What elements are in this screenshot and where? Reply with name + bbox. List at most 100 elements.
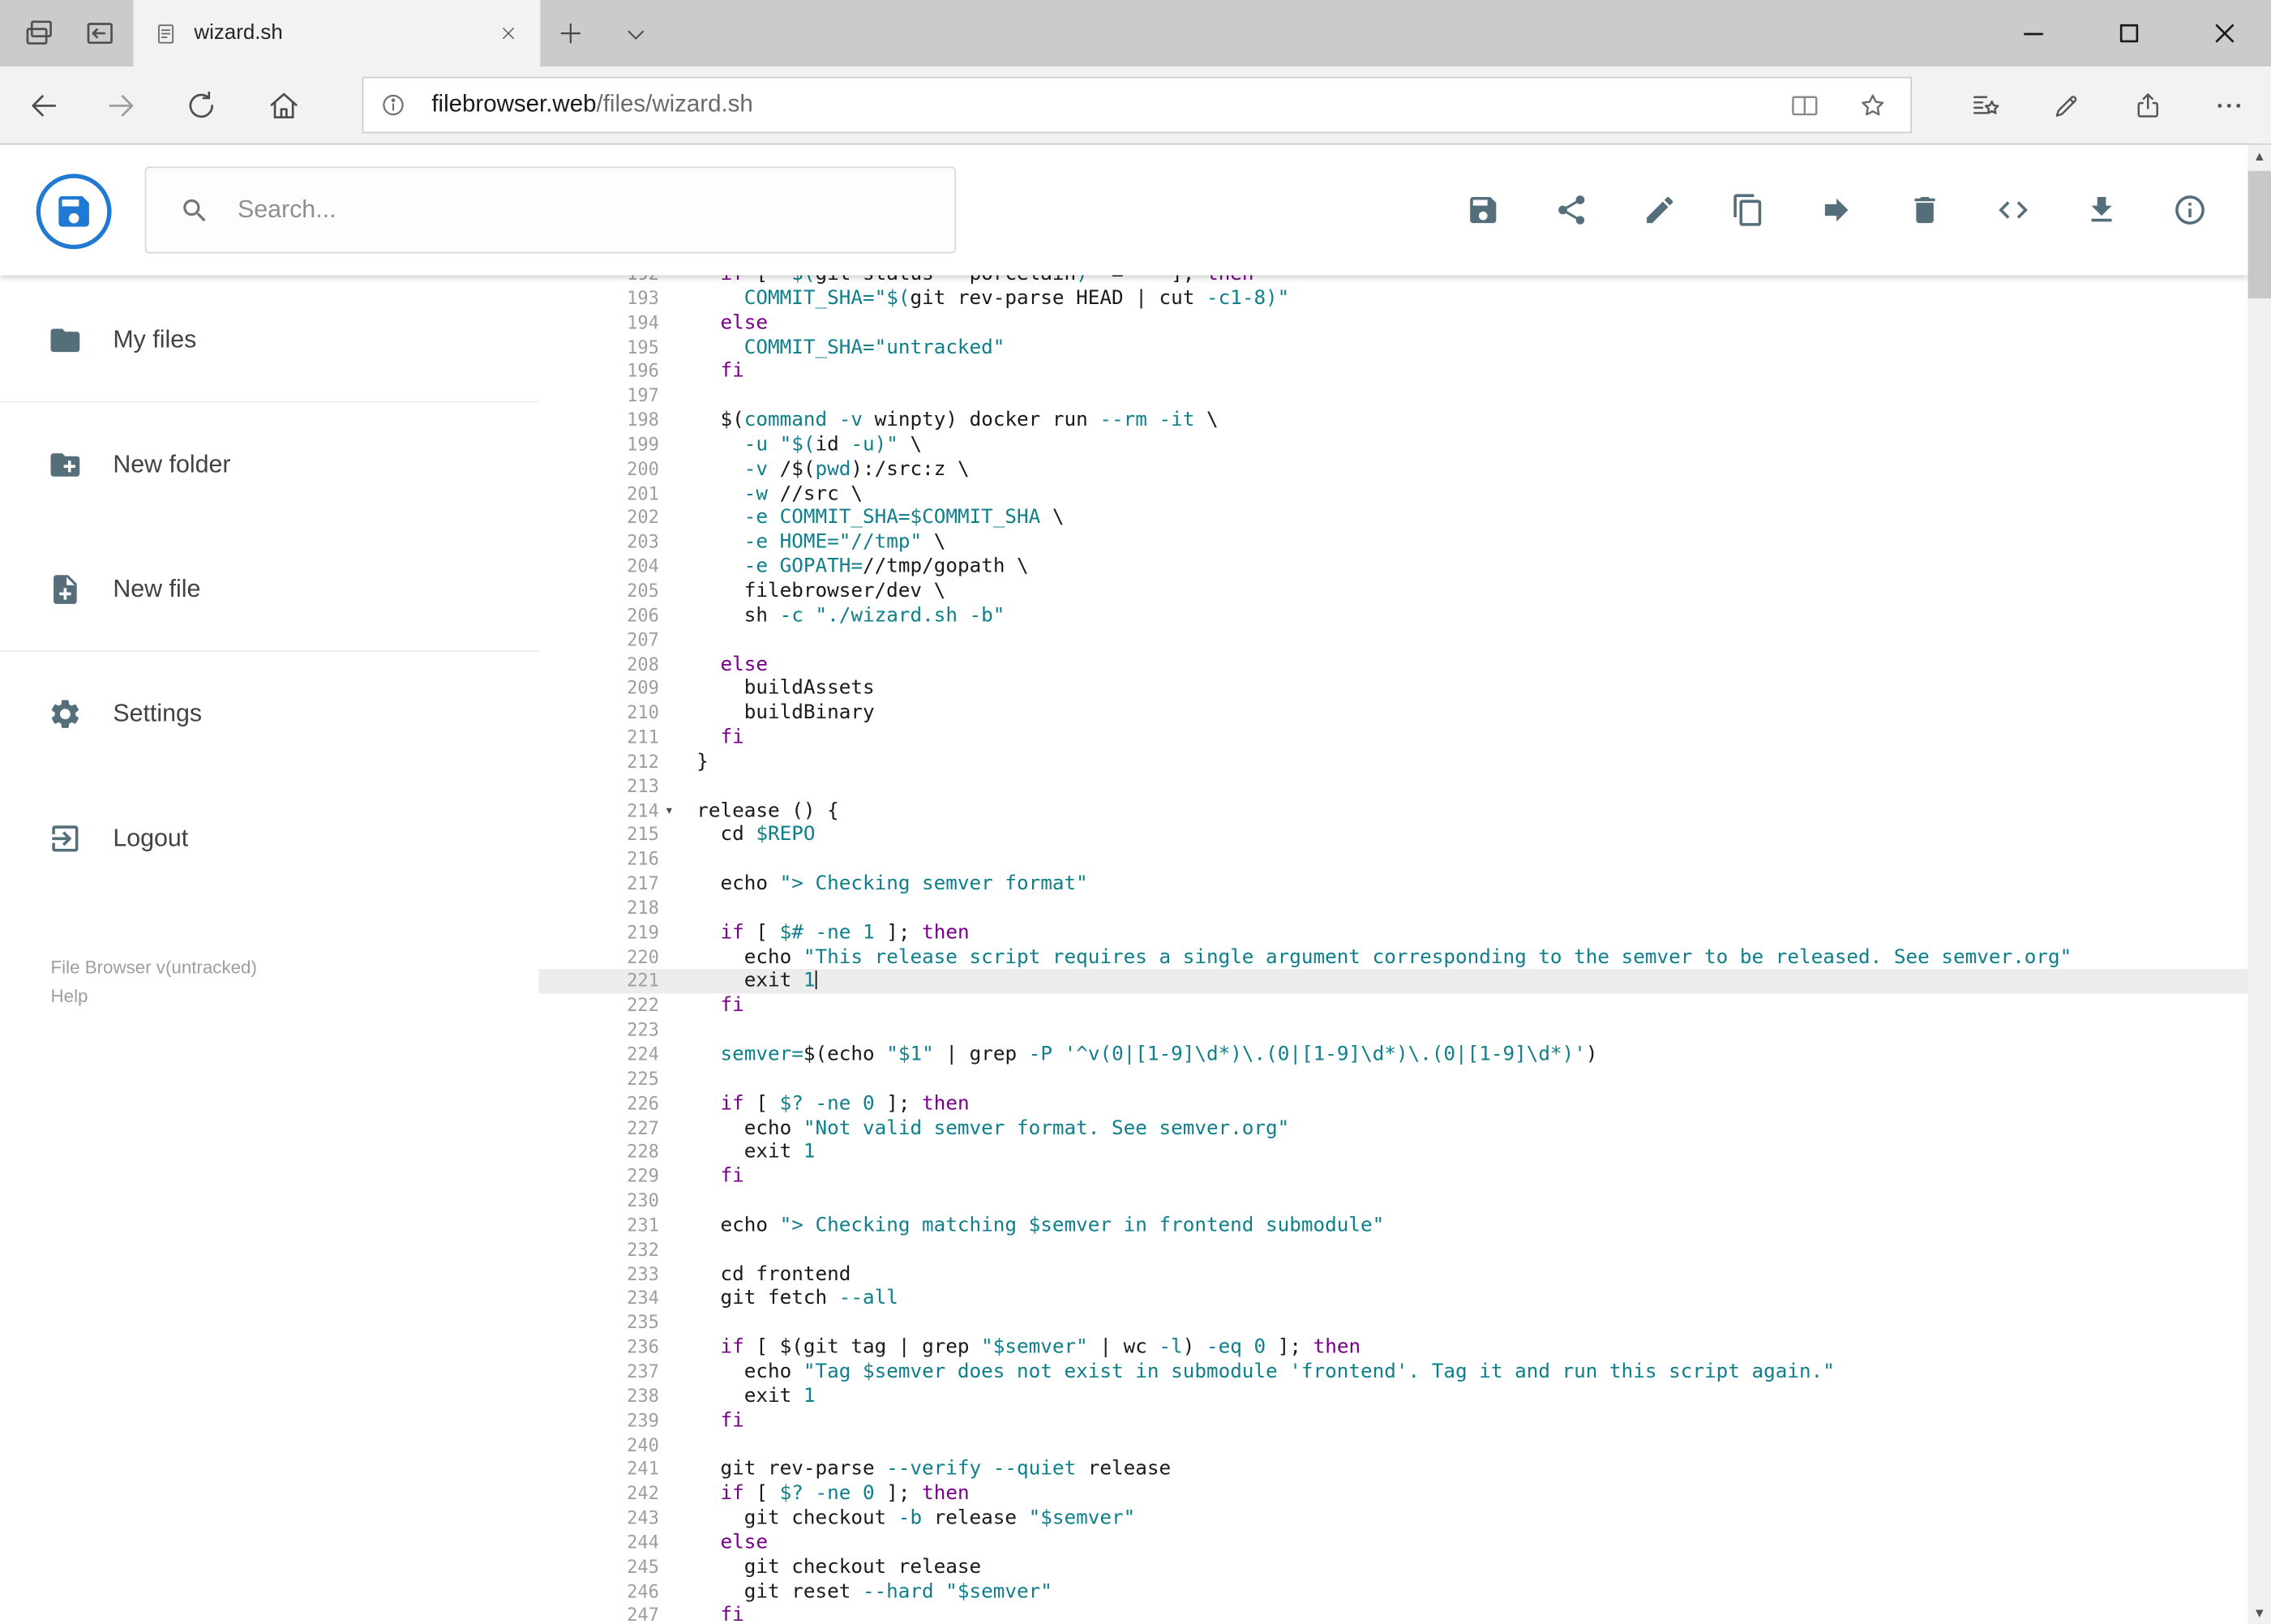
code-line-230[interactable]: 230	[539, 1189, 2248, 1214]
favorite-star-icon[interactable]	[1857, 90, 1888, 122]
code-line-241[interactable]: 241 git rev-parse --verify --quiet relea…	[539, 1458, 2248, 1482]
code-line-246[interactable]: 246 git reset --hard "$semver"	[539, 1579, 2248, 1604]
code-line-237[interactable]: 237 echo "Tag $semver does not exist in …	[539, 1360, 2248, 1384]
sidebar-item-my-files[interactable]: My files	[0, 278, 539, 403]
refresh-icon[interactable]	[184, 88, 219, 123]
fold-marker-icon[interactable]: ▾	[659, 799, 679, 823]
code-line-216[interactable]: 216	[539, 847, 2248, 872]
code-line-196[interactable]: 196 fi	[539, 360, 2248, 384]
code-line-192[interactable]: 192 if [ "$(git status --porcelain)" = "…	[539, 275, 2248, 286]
sidebar-item-settings[interactable]: Settings	[0, 652, 539, 777]
code-line-221[interactable]: 221 exit 1	[538, 969, 2248, 995]
share-icon[interactable]	[2132, 90, 2164, 122]
code-line-244[interactable]: 244 else	[539, 1531, 2248, 1555]
code-line-222[interactable]: 222 fi	[539, 994, 2248, 1018]
code-line-227[interactable]: 227 echo "Not valid semver format. See s…	[539, 1116, 2248, 1140]
scroll-up-icon[interactable]: ▲	[2247, 145, 2271, 169]
code-line-195[interactable]: 195 COMMIT_SHA="untracked"	[539, 336, 2248, 360]
save-button[interactable]	[1466, 193, 1501, 228]
code-line-213[interactable]: 213	[539, 774, 2248, 799]
code-line-206[interactable]: 206 sh -c "./wizard.sh -b"	[539, 604, 2248, 628]
info-button[interactable]	[2173, 193, 2208, 228]
more-options-icon[interactable]	[2213, 90, 2245, 122]
code-line-214[interactable]: 214 ▾ release () {	[539, 799, 2248, 823]
browser-tab[interactable]: wizard.sh	[133, 0, 541, 67]
minimize-icon[interactable]	[2000, 0, 2067, 66]
edit-button[interactable]	[1643, 193, 1678, 228]
code-line-201[interactable]: 201 -w //src \	[539, 482, 2248, 506]
code-line-243[interactable]: 243 git checkout -b release "$semver"	[539, 1506, 2248, 1531]
code-line-204[interactable]: 204 -e GOPATH=//tmp/gopath \	[539, 555, 2248, 579]
tab-preview-icon[interactable]	[623, 22, 649, 48]
home-icon[interactable]	[267, 88, 302, 123]
scrollbar-thumb[interactable]	[2247, 170, 2271, 298]
reading-view-icon[interactable]	[1789, 90, 1820, 122]
code-line-231[interactable]: 231 echo "> Checking matching $semver in…	[539, 1214, 2248, 1238]
code-line-198[interactable]: 198 $(command -v winpty) docker run --rm…	[539, 409, 2248, 433]
sidebar-item-new-file[interactable]: New file	[0, 527, 539, 652]
code-line-235[interactable]: 235	[539, 1311, 2248, 1335]
code-line-194[interactable]: 194 else	[539, 311, 2248, 336]
code-line-228[interactable]: 228 exit 1	[539, 1141, 2248, 1165]
share-button[interactable]	[1554, 193, 1589, 228]
code-line-223[interactable]: 223	[539, 1018, 2248, 1043]
new-tab-icon[interactable]	[556, 19, 585, 48]
code-line-209[interactable]: 209 buildAssets	[539, 677, 2248, 701]
code-line-234[interactable]: 234 git fetch --all	[539, 1287, 2248, 1311]
code-line-212[interactable]: 212}	[539, 750, 2248, 774]
hub-icon[interactable]	[1970, 90, 2002, 122]
help-link[interactable]: Help	[51, 982, 257, 1011]
code-line-202[interactable]: 202 -e COMMIT_SHA=$COMMIT_SHA \	[539, 506, 2248, 530]
code-line-215[interactable]: 215 cd $REPO	[539, 823, 2248, 847]
forward-icon[interactable]	[105, 88, 139, 123]
code-line-239[interactable]: 239 fi	[539, 1409, 2248, 1433]
switch-editor-button[interactable]	[1996, 193, 2031, 228]
maximize-icon[interactable]	[2096, 0, 2162, 66]
code-line-245[interactable]: 245 git checkout release	[539, 1555, 2248, 1579]
code-line-229[interactable]: 229 fi	[539, 1165, 2248, 1189]
page-scrollbar[interactable]: ▲ ▼	[2247, 144, 2271, 1624]
code-line-193[interactable]: 193 COMMIT_SHA="$(git rev-parse HEAD | c…	[539, 286, 2248, 311]
code-line-224[interactable]: 224 semver=$(echo "$1" | grep -P '^v(0|[…	[539, 1043, 2248, 1067]
code-line-205[interactable]: 205 filebrowser/dev \	[539, 580, 2248, 604]
code-line-226[interactable]: 226 if [ $? -ne 0 ]; then	[539, 1091, 2248, 1116]
back-icon[interactable]	[26, 88, 61, 123]
code-line-199[interactable]: 199 -u "$(id -u)" \	[539, 433, 2248, 457]
code-line-207[interactable]: 207	[539, 628, 2248, 653]
code-line-219[interactable]: 219 if [ $# -ne 1 ]; then	[539, 921, 2248, 945]
tabs-set-aside-icon[interactable]	[22, 16, 57, 51]
close-window-icon[interactable]	[2192, 0, 2258, 66]
code-line-197[interactable]: 197	[539, 384, 2248, 409]
code-editor[interactable]: 192 if [ "$(git status --porcelain)" = "…	[538, 275, 2248, 1624]
filebrowser-logo[interactable]	[36, 174, 112, 250]
code-line-217[interactable]: 217 echo "> Checking semver format"	[539, 872, 2248, 897]
scroll-down-icon[interactable]: ▼	[2247, 1602, 2271, 1624]
code-line-242[interactable]: 242 if [ $? -ne 0 ]; then	[539, 1482, 2248, 1506]
code-line-240[interactable]: 240	[539, 1433, 2248, 1458]
code-line-220[interactable]: 220 echo "This release script requires a…	[539, 945, 2248, 970]
set-tabs-aside-icon[interactable]	[83, 16, 118, 51]
code-line-225[interactable]: 225	[539, 1067, 2248, 1091]
sidebar-item-new-folder[interactable]: New folder	[0, 403, 539, 528]
sidebar-item-logout[interactable]: Logout	[0, 777, 539, 902]
code-line-203[interactable]: 203 -e HOME="//tmp" \	[539, 530, 2248, 555]
url-text[interactable]: filebrowser.web/files/wizard.sh	[431, 92, 752, 119]
code-line-211[interactable]: 211 fi	[539, 726, 2248, 750]
move-button[interactable]	[1819, 193, 1854, 228]
delete-button[interactable]	[1908, 193, 1943, 228]
download-button[interactable]	[2085, 193, 2119, 228]
code-line-200[interactable]: 200 -v /$(pwd):/src:z \	[539, 457, 2248, 482]
address-bar[interactable]: filebrowser.web/files/wizard.sh	[362, 76, 1913, 134]
code-line-247[interactable]: 247 fi	[539, 1604, 2248, 1624]
close-tab-icon[interactable]	[491, 16, 526, 51]
web-notes-icon[interactable]	[2051, 90, 2083, 122]
search-input[interactable]: Search...	[144, 166, 957, 254]
code-line-232[interactable]: 232	[539, 1238, 2248, 1262]
code-line-218[interactable]: 218	[539, 897, 2248, 921]
site-info-icon[interactable]	[379, 92, 407, 119]
code-line-210[interactable]: 210 buildBinary	[539, 701, 2248, 726]
code-line-236[interactable]: 236 if [ $(git tag | grep "$semver" | wc…	[539, 1335, 2248, 1360]
code-line-238[interactable]: 238 exit 1	[539, 1384, 2248, 1408]
copy-button[interactable]	[1731, 193, 1766, 228]
code-line-233[interactable]: 233 cd frontend	[539, 1262, 2248, 1287]
